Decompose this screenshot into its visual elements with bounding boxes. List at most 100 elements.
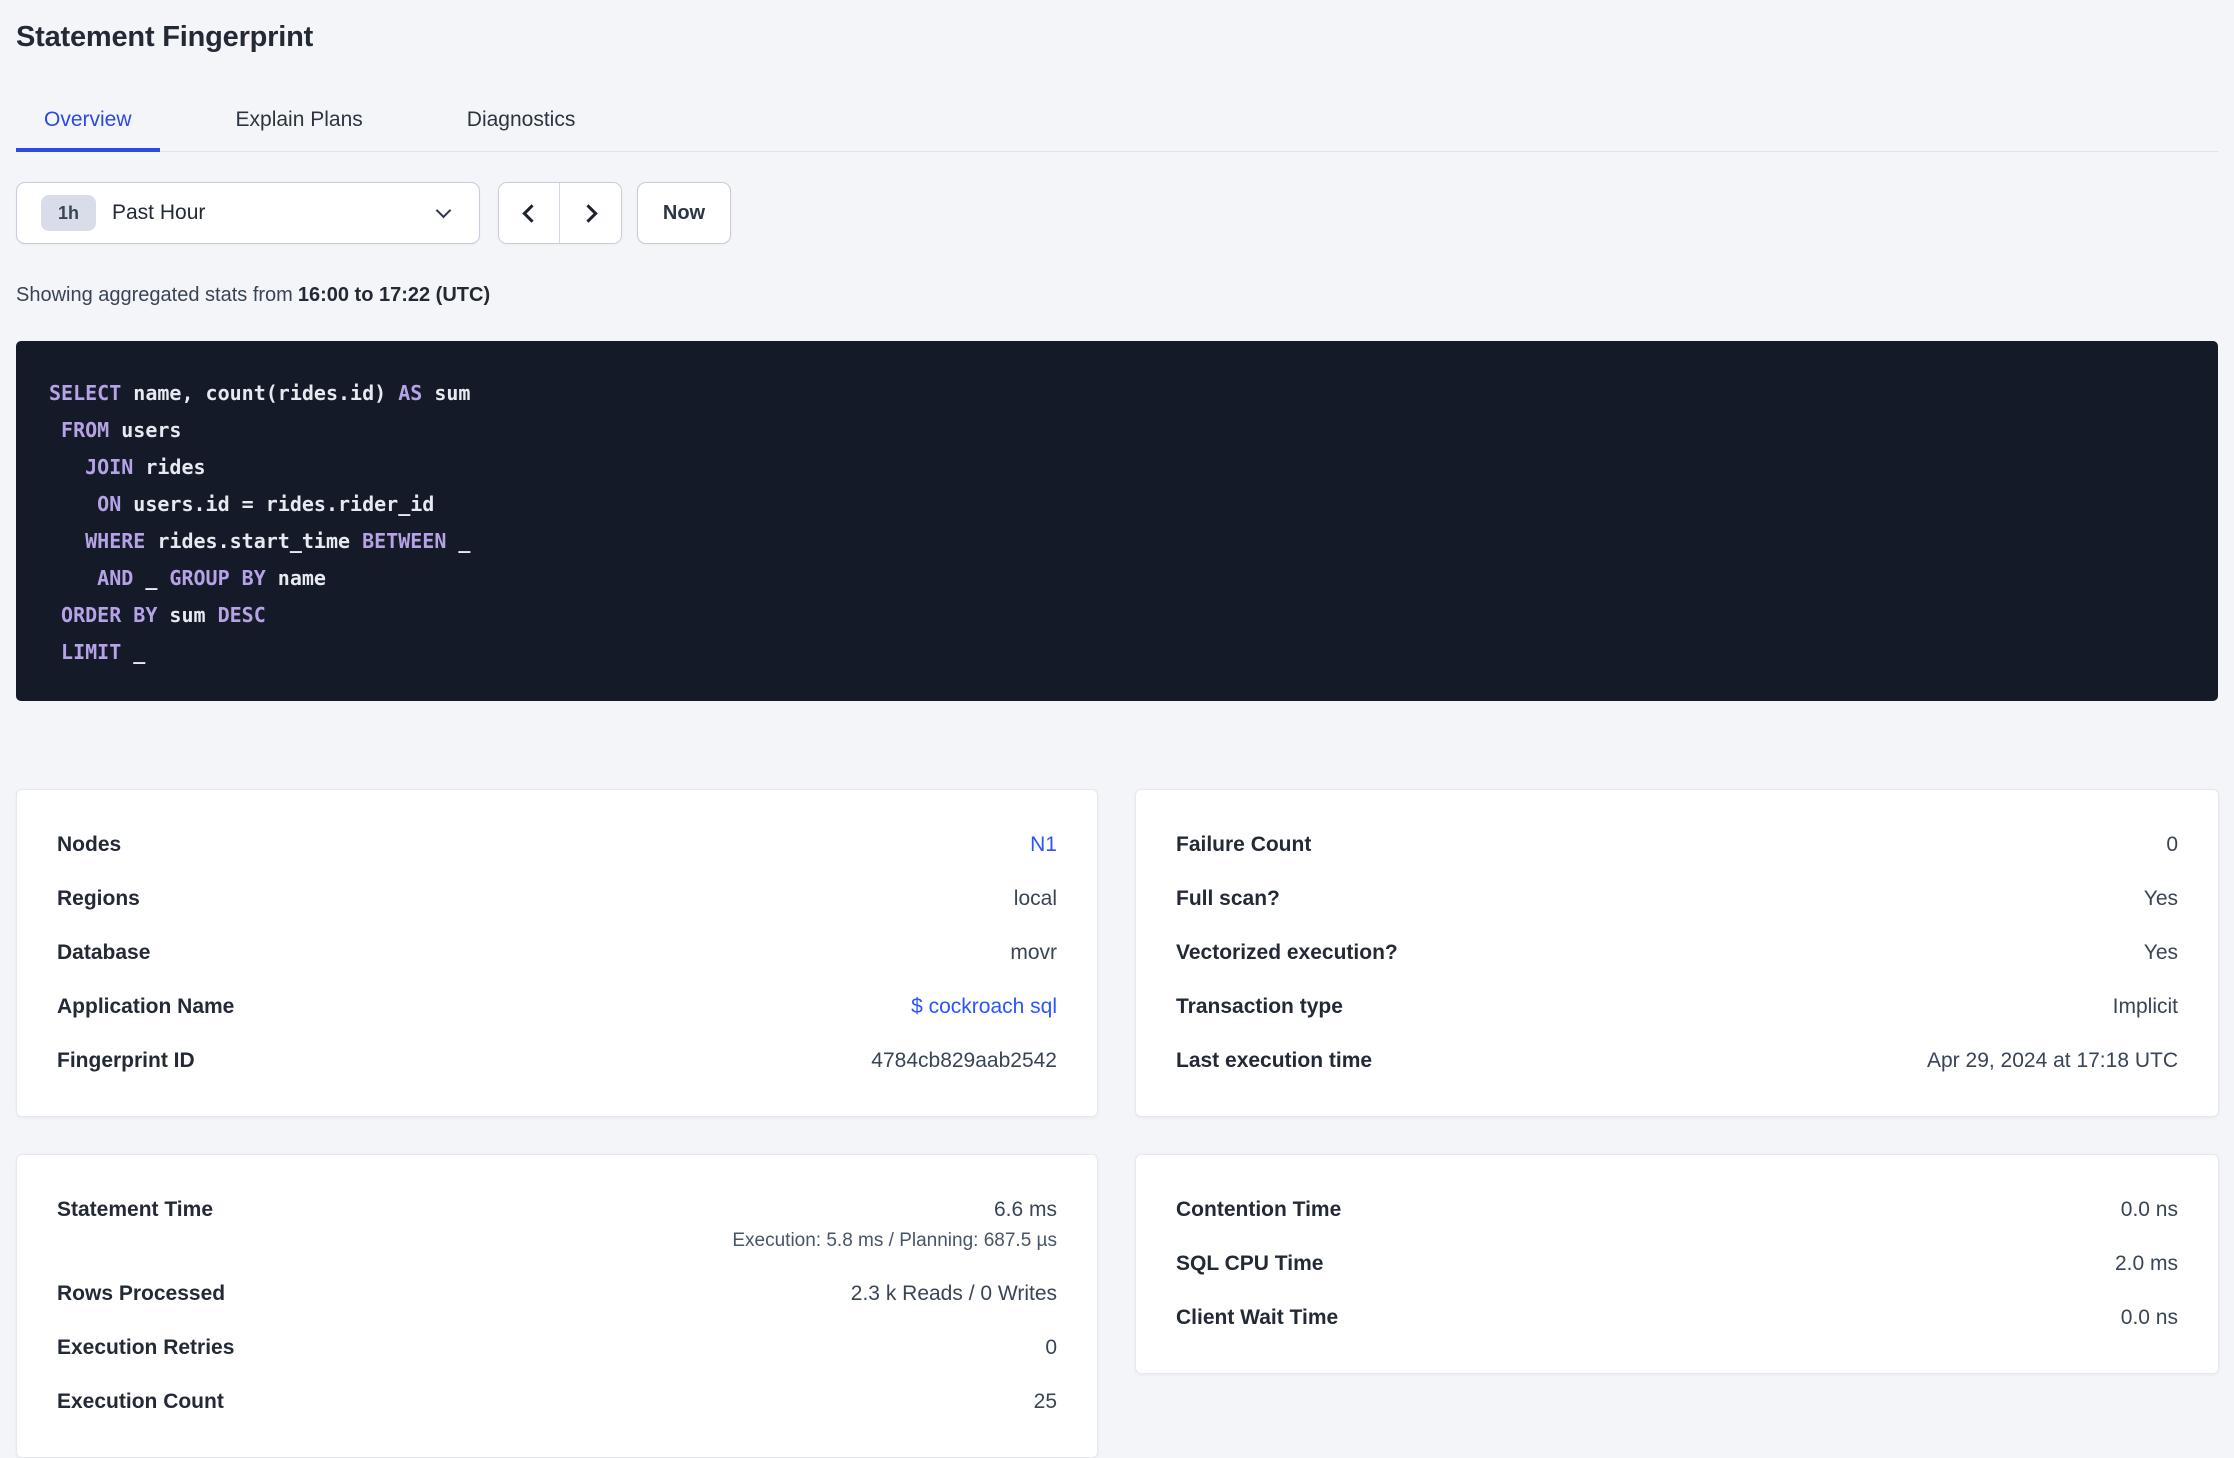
stat-row-fingerprint-id: Fingerprint ID 4784cb829aab2542 [57, 1034, 1057, 1088]
stat-value: 2.3 k Reads / 0 Writes [850, 1282, 1057, 1305]
stat-row-contention-time: Contention Time 0.0 ns [1176, 1183, 2178, 1237]
stat-subvalue: Execution: 5.8 ms / Planning: 687.5 µs [732, 1230, 1057, 1251]
sql-keyword: ORDER BY [61, 603, 158, 627]
stat-label: Nodes [57, 833, 122, 856]
tab-explain-plans[interactable]: Explain Plans [208, 107, 391, 152]
tab-diagnostics[interactable]: Diagnostics [439, 107, 604, 152]
tab-bar: Overview Explain Plans Diagnostics [16, 107, 2218, 152]
now-button[interactable]: Now [637, 182, 731, 244]
stat-value: 0 [1045, 1336, 1057, 1359]
stat-value: 2.0 ms [2114, 1252, 2178, 1275]
time-range-label: Past Hour [112, 201, 206, 224]
stat-label: SQL CPU Time [1176, 1252, 1324, 1275]
time-controls: 1h Past Hour Now [16, 182, 2218, 244]
stat-row-transaction-type: Transaction type Implicit [1176, 980, 2178, 1034]
summary-cards: Nodes N1 Regions local Database movr App… [16, 789, 2219, 1458]
stat-row-rows-processed: Rows Processed 2.3 k Reads / 0 Writes [57, 1267, 1057, 1321]
stat-value: Implicit [2112, 995, 2178, 1018]
nodes-link[interactable]: N1 [1030, 833, 1057, 857]
stat-row-statement-time: Statement Time 6.6 ms Execution: 5.8 ms … [57, 1183, 1057, 1267]
sql-keyword: BETWEEN [362, 529, 447, 553]
stat-row-nodes: Nodes N1 [57, 818, 1057, 872]
stat-row-full-scan: Full scan? Yes [1176, 872, 2178, 926]
chevron-down-icon [435, 202, 452, 218]
chevron-left-icon [522, 203, 541, 223]
stat-row-client-wait-time: Client Wait Time 0.0 ns [1176, 1291, 2178, 1345]
time-step-button-group [498, 182, 622, 244]
stat-label: Application Name [57, 995, 235, 1018]
sql-keyword: JOIN [85, 455, 134, 479]
next-interval-button[interactable] [560, 183, 621, 243]
sql-keyword: GROUP BY [169, 566, 266, 590]
stat-label: Execution Count [57, 1390, 224, 1413]
sql-code: SELECT name, count(rides.id) AS sum FROM… [49, 381, 470, 664]
stat-value: Yes [2143, 941, 2178, 964]
prev-interval-button[interactable] [499, 183, 560, 243]
stat-label: Client Wait Time [1176, 1306, 1339, 1329]
sql-text: _ [133, 566, 170, 590]
overview-details-card: Nodes N1 Regions local Database movr App… [16, 789, 1098, 1117]
stat-value: Yes [2143, 887, 2178, 910]
stat-label: Rows Processed [57, 1282, 226, 1305]
stats-line-range: 16:00 to 17:22 (UTC) [297, 284, 491, 306]
stats-line-prefix: Showing aggregated stats from [16, 284, 293, 306]
stat-label: Failure Count [1176, 833, 1312, 856]
sql-keyword: SELECT [49, 381, 122, 405]
stat-value: movr [1010, 941, 1057, 964]
stat-row-regions: Regions local [57, 872, 1057, 926]
sql-text: name, count(rides.id) [121, 381, 399, 405]
sql-keyword: ON [97, 492, 122, 516]
stat-row-sql-cpu-time: SQL CPU Time 2.0 ms [1176, 1237, 2178, 1291]
stat-value-stack: 6.6 ms Execution: 5.8 ms / Planning: 687… [732, 1198, 1057, 1252]
stat-label: Fingerprint ID [57, 1049, 195, 1072]
stat-label: Full scan? [1176, 887, 1280, 910]
stat-row-vectorized: Vectorized execution? Yes [1176, 926, 2178, 980]
sql-text: sum [157, 603, 218, 627]
sql-keyword: AND [97, 566, 134, 590]
stat-label: Vectorized execution? [1176, 941, 1398, 964]
time-range-badge: 1h [41, 195, 96, 231]
chevron-right-icon [578, 203, 598, 223]
stat-row-application-name: Application Name $ cockroach sql [57, 980, 1057, 1034]
stat-label: Last execution time [1176, 1049, 1373, 1072]
application-name-link[interactable]: $ cockroach sql [911, 995, 1057, 1019]
wait-times-card: Contention Time 0.0 ns SQL CPU Time 2.0 … [1135, 1154, 2219, 1374]
stat-row-failure-count: Failure Count 0 [1176, 818, 2178, 872]
sql-keyword: DESC [217, 603, 266, 627]
sql-keyword: FROM [61, 418, 110, 442]
stat-label: Transaction type [1176, 995, 1343, 1018]
stat-row-execution-count: Execution Count 25 [57, 1375, 1057, 1429]
aggregated-stats-line: Showing aggregated stats from 16:00 to 17… [16, 283, 2218, 307]
stat-value: 0.0 ns [2120, 1198, 2178, 1221]
sql-keyword: AS [398, 381, 423, 405]
stat-row-database: Database movr [57, 926, 1057, 980]
sql-text: name [265, 566, 326, 590]
stat-value: 0 [2166, 833, 2178, 856]
sql-text: users.id = rides.rider_id [121, 492, 435, 516]
stat-value: local [1013, 887, 1057, 910]
stat-value: 6.6 ms [993, 1198, 1057, 1221]
stat-row-last-execution: Last execution time Apr 29, 2024 at 17:1… [1176, 1034, 2178, 1088]
sql-text: _ [121, 640, 146, 664]
sql-text: sum [422, 381, 471, 405]
sql-statement-box: SELECT name, count(rides.id) AS sum FROM… [16, 341, 2218, 701]
page-title: Statement Fingerprint [16, 21, 314, 53]
statement-times-card: Statement Time 6.6 ms Execution: 5.8 ms … [16, 1154, 1098, 1458]
sql-text: _ [446, 529, 471, 553]
stat-label: Regions [57, 887, 140, 910]
stat-row-execution-retries: Execution Retries 0 [57, 1321, 1057, 1375]
statement-fingerprint-page: Statement Fingerprint Overview Explain P… [0, 0, 2234, 1458]
stat-label: Statement Time [57, 1198, 213, 1221]
stat-value: 0.0 ns [2120, 1306, 2178, 1329]
tab-overview[interactable]: Overview [16, 107, 160, 152]
sql-text: rides [133, 455, 206, 479]
stat-value: Apr 29, 2024 at 17:18 UTC [1927, 1049, 2178, 1072]
time-range-dropdown[interactable]: 1h Past Hour [16, 182, 480, 244]
stat-label: Contention Time [1176, 1198, 1342, 1221]
